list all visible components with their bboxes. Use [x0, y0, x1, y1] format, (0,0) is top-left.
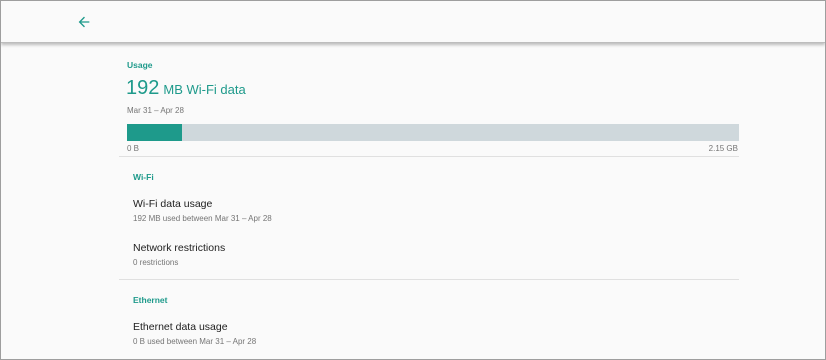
ethernet-data-usage-item[interactable]: Ethernet data usage 0 B used between Mar… [119, 321, 739, 359]
ethernet-data-usage-summary: 0 B used between Mar 31 – Apr 28 [133, 337, 257, 346]
ethernet-section-header: Ethernet [133, 295, 168, 305]
arrow-back-icon [78, 16, 90, 28]
usage-amount: 192 [126, 77, 160, 99]
app-bar [1, 1, 825, 43]
wifi-data-usage-title: Wi-Fi data usage [133, 198, 213, 210]
ethernet-data-usage-title: Ethernet data usage [133, 321, 228, 333]
wifi-data-usage-item[interactable]: Wi-Fi data usage 192 MB used between Mar… [119, 198, 739, 236]
wifi-section-header: Wi-Fi [133, 172, 154, 182]
usage-bar [127, 124, 739, 141]
divider [119, 156, 739, 157]
usage-date-range: Mar 31 – Apr 28 [127, 106, 184, 115]
network-restrictions-summary: 0 restrictions [133, 258, 179, 267]
divider [119, 279, 739, 280]
usage-bar-fill [127, 124, 183, 141]
usage-bar-min-label: 0 B [127, 144, 140, 153]
back-button[interactable] [71, 9, 97, 35]
data-usage-content: Usage 192 MB Wi-Fi data Mar 31 – Apr 28 0… [1, 45, 825, 359]
usage-section-header: Usage [127, 60, 153, 70]
network-restrictions-item[interactable]: Network restrictions 0 restrictions [119, 242, 739, 280]
settings-window: Usage 192 MB Wi-Fi data Mar 31 – Apr 28 0… [0, 0, 826, 360]
wifi-data-usage-summary: 192 MB used between Mar 31 – Apr 28 [133, 214, 272, 223]
usage-unit-label: MB Wi-Fi data [163, 82, 246, 97]
network-restrictions-title: Network restrictions [133, 242, 226, 254]
usage-bar-max-label: 2.15 GB [708, 144, 738, 153]
usage-summary: 192 MB Wi-Fi data [126, 77, 246, 100]
